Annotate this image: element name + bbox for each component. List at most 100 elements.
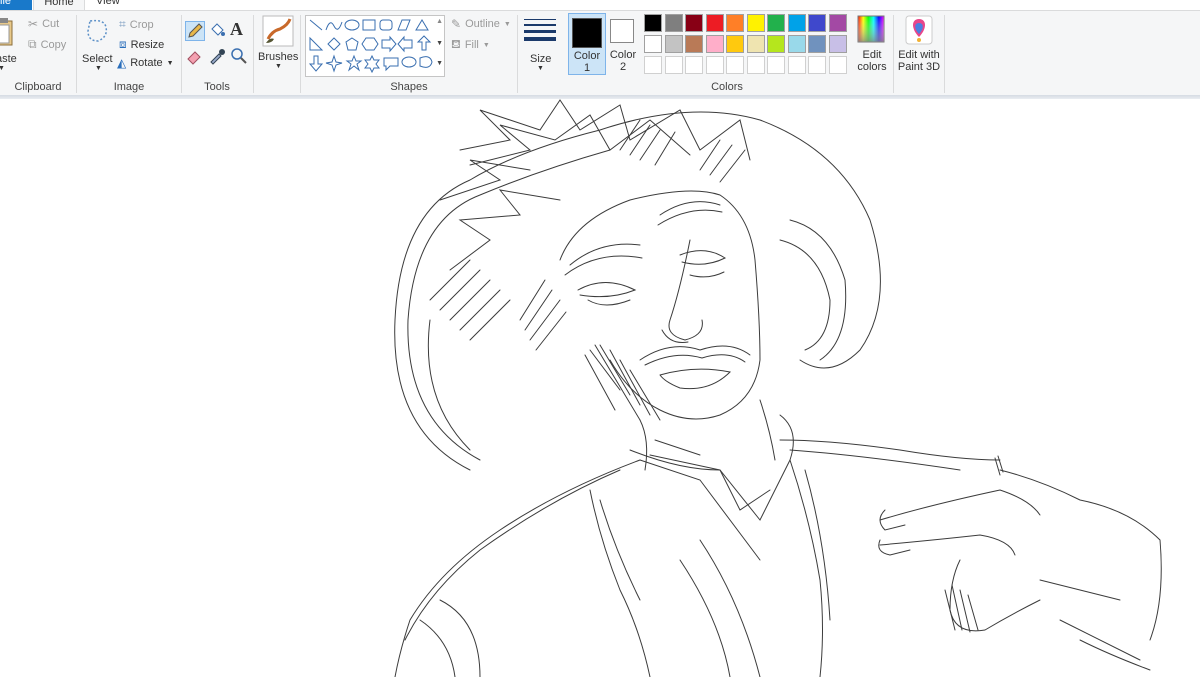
shapes-icon xyxy=(308,19,433,74)
eyedropper-icon xyxy=(210,49,225,65)
palette-swatch[interactable] xyxy=(828,14,847,32)
palette-swatch[interactable] xyxy=(808,35,826,53)
palette-swatch[interactable] xyxy=(787,35,806,53)
palette-swatch[interactable] xyxy=(787,14,806,32)
palette-swatch[interactable] xyxy=(685,35,703,53)
cut-button[interactable]: ✂ Cut xyxy=(28,17,59,31)
crop-label: Crop xyxy=(129,18,154,31)
palette-swatch-empty[interactable] xyxy=(685,56,703,74)
paint-bucket-icon xyxy=(211,23,225,36)
palette-swatch[interactable] xyxy=(685,14,703,32)
size-button[interactable]: Size ▼ xyxy=(522,15,558,75)
palette-swatch[interactable] xyxy=(644,14,662,32)
palette-swatch[interactable] xyxy=(664,35,683,53)
color-wheel-icon xyxy=(857,15,885,43)
chevron-down-icon: ▼ xyxy=(482,41,490,49)
pencil-tool[interactable] xyxy=(185,21,205,41)
palette-swatch-empty[interactable] xyxy=(664,56,683,74)
divider xyxy=(944,15,945,93)
edit-with-paint3d-button[interactable]: Edit with Paint 3D xyxy=(896,13,942,77)
ribbon: aste ▼ ✂ Cut ⧉ Copy Clipboard Select ▼ ⌗… xyxy=(0,10,1200,95)
outline-icon: ✎ xyxy=(451,17,462,31)
palette-swatch-empty[interactable] xyxy=(726,56,744,74)
pencil-icon xyxy=(188,23,203,38)
palette-swatch[interactable] xyxy=(705,14,724,32)
group-label-image: Image xyxy=(113,81,145,93)
chevron-down-icon: ▼ xyxy=(166,59,174,67)
rotate-label: Rotate xyxy=(130,57,163,69)
scroll-down-icon[interactable]: ▼ xyxy=(436,40,443,47)
copy-button[interactable]: ⧉ Copy xyxy=(28,37,66,52)
rotate-icon: ◭ xyxy=(117,56,127,70)
scissors-icon: ✂ xyxy=(28,17,39,31)
color-picker-tool[interactable] xyxy=(208,47,228,67)
fill-button[interactable]: ⛾ Fill ▼ xyxy=(451,37,490,53)
color-palette xyxy=(644,14,854,76)
fill-tool[interactable] xyxy=(208,21,228,41)
chevron-down-icon: ▼ xyxy=(537,65,544,72)
group-paint3d: Edit with Paint 3D xyxy=(894,11,944,95)
brushes-label: Brushes xyxy=(258,51,299,63)
outline-button[interactable]: ✎ Outline ▼ xyxy=(451,17,511,31)
tab-file[interactable]: ile xyxy=(0,0,32,10)
palette-swatch[interactable] xyxy=(746,35,765,53)
palette-swatch[interactable] xyxy=(726,14,744,32)
text-tool[interactable]: A xyxy=(230,19,250,41)
palette-swatch[interactable] xyxy=(767,35,785,53)
group-clipboard: aste ▼ ✂ Cut ⧉ Copy Clipboard xyxy=(0,11,76,95)
paste-button[interactable]: aste ▼ xyxy=(0,15,22,72)
color1-label: Color 1 xyxy=(573,50,601,74)
color1-button[interactable]: Color 1 xyxy=(568,13,606,75)
palette-swatch[interactable] xyxy=(808,14,826,32)
resize-icon: ⧈ xyxy=(119,37,127,51)
color2-swatch xyxy=(610,19,634,43)
palette-swatch[interactable] xyxy=(726,35,744,53)
palette-swatch-empty[interactable] xyxy=(767,56,785,74)
tab-home[interactable]: Home xyxy=(33,0,85,10)
brushes-button[interactable]: Brushes ▼ xyxy=(258,13,298,75)
crop-button[interactable]: ⌗ Crop xyxy=(119,17,154,32)
palette-swatch[interactable] xyxy=(664,14,683,32)
palette-swatch-empty[interactable] xyxy=(705,56,724,74)
shapes-gallery[interactable]: ▲ ▼ ▼ xyxy=(305,15,445,77)
fill-icon: ⛾ xyxy=(451,37,461,51)
paint3d-label: Edit with Paint 3D xyxy=(897,49,941,73)
drawing-canvas[interactable] xyxy=(0,99,1200,677)
resize-label: Resize xyxy=(130,38,165,51)
magnifier-icon xyxy=(231,48,247,64)
clipboard-icon xyxy=(0,18,13,46)
palette-swatch-empty[interactable] xyxy=(644,56,662,74)
fill-label: Fill xyxy=(464,39,479,51)
group-label-shapes: Shapes xyxy=(390,81,428,93)
edit-colors-label: Edit colors xyxy=(857,49,887,73)
palette-swatch[interactable] xyxy=(644,35,662,53)
chevron-down-icon: ▼ xyxy=(503,20,511,28)
scroll-up-icon[interactable]: ▲ xyxy=(436,18,443,25)
palette-swatch[interactable] xyxy=(746,14,765,32)
paint3d-icon xyxy=(905,15,933,45)
rotate-button[interactable]: ◭ Rotate ▼ xyxy=(117,56,174,70)
group-label-clipboard: Clipboard xyxy=(14,81,62,93)
resize-button[interactable]: ⧈ Resize xyxy=(119,37,164,52)
group-image: Select ▼ ⌗ Crop ⧈ Resize ◭ Rotate ▼ Imag… xyxy=(77,11,181,95)
palette-swatch-empty[interactable] xyxy=(808,56,826,74)
line-width-icon xyxy=(524,19,556,41)
select-label: Select xyxy=(82,53,113,65)
select-icon xyxy=(87,19,108,42)
color2-button[interactable]: Color 2 xyxy=(608,13,642,75)
tab-view[interactable]: View xyxy=(88,0,128,10)
palette-swatch[interactable] xyxy=(828,35,847,53)
palette-swatch-empty[interactable] xyxy=(746,56,765,74)
palette-swatch[interactable] xyxy=(705,35,724,53)
palette-swatch-empty[interactable] xyxy=(787,56,806,74)
group-colors: Color 1 Color 2 Edit colors Colors xyxy=(562,11,892,95)
expand-gallery-icon[interactable]: ▼ xyxy=(436,60,443,67)
palette-swatch-empty[interactable] xyxy=(828,56,847,74)
magnifier-tool[interactable] xyxy=(230,47,250,67)
edit-colors-button[interactable]: Edit colors xyxy=(852,13,892,77)
group-shapes: ▲ ▼ ▼ ✎ Outline ▼ ⛾ Fill ▼ Shapes xyxy=(301,11,517,95)
palette-swatch[interactable] xyxy=(767,14,785,32)
select-button[interactable]: Select ▼ xyxy=(81,15,115,73)
paste-label: aste xyxy=(0,53,17,65)
eraser-tool[interactable] xyxy=(185,47,205,67)
